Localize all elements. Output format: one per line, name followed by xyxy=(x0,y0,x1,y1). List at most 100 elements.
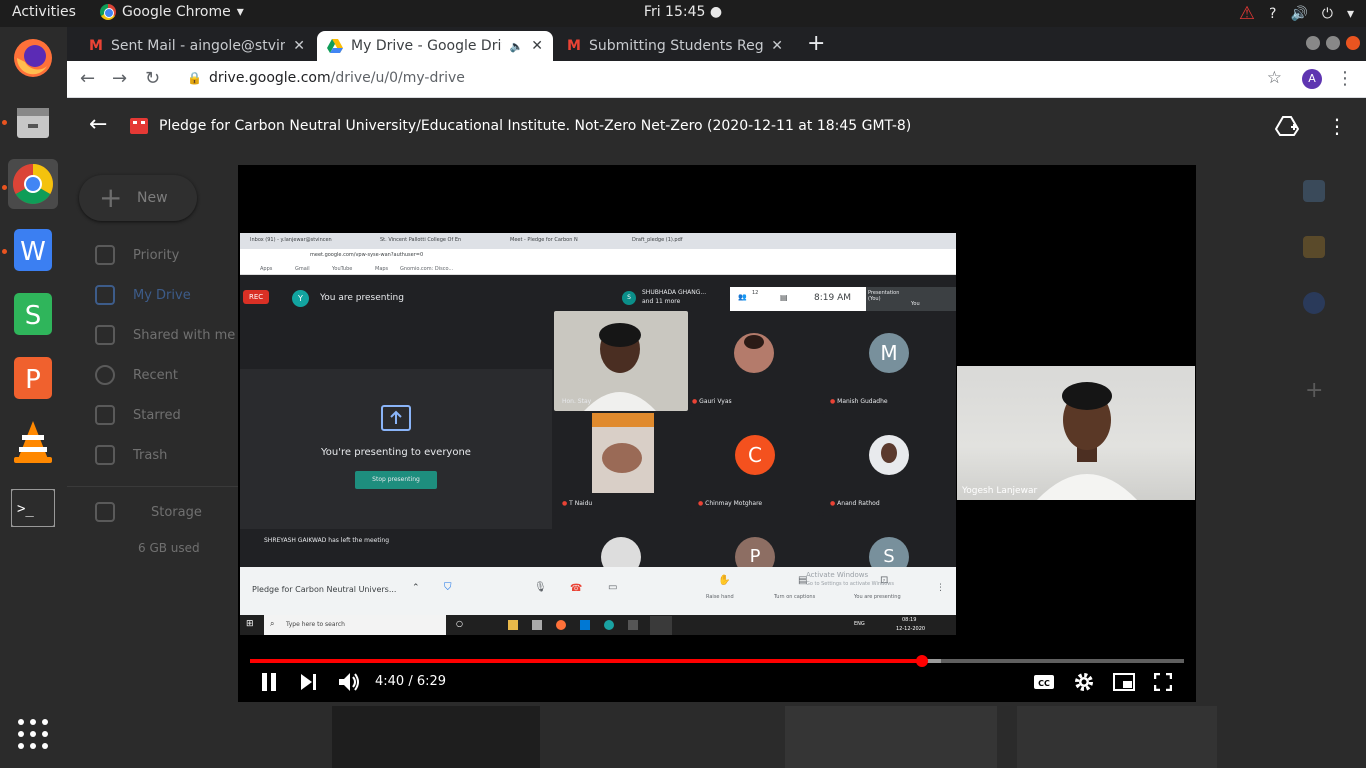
meet-bookmarks: Apps Gmail YouTube Maps Gnomio.com: Disc… xyxy=(240,263,956,275)
help-icon[interactable]: ? xyxy=(1269,6,1276,22)
file-thumbnail[interactable] xyxy=(332,706,540,768)
warning-icon[interactable]: ⚠ xyxy=(1239,3,1255,24)
tasks-icon[interactable] xyxy=(1303,292,1325,314)
camera-icon: ▭ xyxy=(608,582,618,593)
app-menu[interactable]: Google Chrome ▾ xyxy=(100,4,244,20)
nav-trash[interactable]: Trash xyxy=(95,445,167,465)
reload-icon[interactable]: ↻ xyxy=(145,68,160,89)
miniplayer-icon[interactable] xyxy=(1113,673,1135,691)
notification-dot-icon: ● xyxy=(709,4,723,20)
captions-icon[interactable]: CC xyxy=(1033,674,1055,690)
next-icon[interactable] xyxy=(301,674,317,690)
keep-icon[interactable] xyxy=(1303,236,1325,258)
svg-text:W: W xyxy=(20,237,46,267)
volume-icon[interactable]: 🔊 xyxy=(1290,6,1307,22)
profile-avatar[interactable]: A xyxy=(1302,69,1322,89)
activities-button[interactable]: Activities xyxy=(12,4,76,20)
wps-writer-icon[interactable]: W xyxy=(8,225,58,275)
close-icon[interactable]: ✕ xyxy=(771,38,783,54)
meet-tab: Draft_pledge (1).pdf xyxy=(632,237,683,243)
forward-icon[interactable]: → xyxy=(112,68,127,89)
participant-tile: C ● Chinmay Motghare xyxy=(690,413,820,513)
show-applications-icon[interactable] xyxy=(8,709,58,759)
people-icon: 👥 xyxy=(738,293,747,301)
nav-starred[interactable]: Starred xyxy=(95,405,181,425)
window-controls xyxy=(1306,36,1360,50)
file-thumbnail[interactable] xyxy=(1017,706,1217,768)
presenter-video xyxy=(1037,382,1137,500)
participant-tile: ● Gauri Vyas xyxy=(690,311,820,411)
scrubber-handle[interactable] xyxy=(916,655,929,667)
new-tab-button[interactable]: + xyxy=(807,31,825,56)
chevron-down-icon[interactable]: ▾ xyxy=(1347,6,1354,22)
storage-icon xyxy=(95,502,115,522)
audio-playing-icon[interactable]: 🔈 xyxy=(510,40,524,53)
chrome-dock-icon[interactable] xyxy=(8,159,58,209)
tab-submitting-students[interactable]: M Submitting Students Registration ✕ xyxy=(557,31,793,61)
mic-off-icon: ● xyxy=(830,500,836,507)
calendar-icon[interactable] xyxy=(1303,180,1325,202)
participant-avatar xyxy=(601,537,641,567)
meet-controls: Pledge for Carbon Neutral Univers... ⌃ ⛉… xyxy=(240,567,956,615)
storage-used: 6 GB used xyxy=(138,541,200,555)
wps-spreadsheets-icon[interactable]: S xyxy=(8,289,58,339)
star-icon xyxy=(95,405,115,425)
close-window-icon[interactable] xyxy=(1346,36,1360,50)
add-to-drive-icon[interactable] xyxy=(1275,115,1299,137)
participant-tile xyxy=(554,515,688,567)
time-display: 4:40 / 6:29 xyxy=(375,674,447,689)
tab-strip: M Sent Mail - aingole@stvincentngp.edu.i… xyxy=(67,27,1366,61)
file-thumbnail[interactable] xyxy=(785,706,997,768)
volume-icon[interactable] xyxy=(338,671,360,693)
settings-icon[interactable] xyxy=(1074,672,1094,692)
new-button[interactable]: + New xyxy=(79,175,197,221)
dock: W S P >_ xyxy=(0,27,67,768)
chevron-down-icon: ▾ xyxy=(236,4,244,20)
nav-recent[interactable]: Recent xyxy=(95,365,178,385)
taskbar-app-icon xyxy=(580,620,590,630)
files-icon[interactable] xyxy=(8,97,58,147)
firefox-icon[interactable] xyxy=(8,33,58,83)
muted-label: ● Gauri Vyas xyxy=(692,398,732,405)
back-icon[interactable]: ← xyxy=(80,68,95,89)
menu-icon[interactable]: ⋮ xyxy=(1336,68,1354,89)
system-tray[interactable]: ⚠ ? 🔊 ⏻ ▾ xyxy=(1239,3,1354,24)
maximize-icon[interactable] xyxy=(1326,36,1340,50)
pause-icon[interactable] xyxy=(261,673,277,691)
meet-info-bar: 👥 12 ▤ 8:19 AM Presentation (You) You xyxy=(730,287,956,311)
progress-bar[interactable] xyxy=(250,655,1184,667)
shield-icon: ⛉ xyxy=(444,582,452,593)
terminal-icon[interactable]: >_ xyxy=(8,483,58,533)
priority-icon xyxy=(95,245,115,265)
add-addon-icon[interactable]: + xyxy=(1305,378,1323,403)
taskbar-app-icon xyxy=(508,620,518,630)
participant-avatar: S xyxy=(622,291,636,305)
video-file-icon xyxy=(130,118,148,134)
meet-address-bar: meet.google.com/vpw-syse-wan?authuser=0 xyxy=(240,249,956,263)
bookmark-star-icon[interactable]: ☆ xyxy=(1267,68,1282,88)
power-icon[interactable]: ⏻ xyxy=(1322,6,1333,22)
lock-icon: 🔒 xyxy=(187,71,202,85)
address-bar[interactable]: drive.google.com/drive/u/0/my-drive xyxy=(209,70,465,86)
vlc-icon[interactable] xyxy=(8,417,58,467)
nav-priority[interactable]: Priority xyxy=(95,245,179,265)
app-menu-label: Google Chrome xyxy=(122,4,231,20)
nav-my-drive[interactable]: My Drive xyxy=(95,285,191,305)
shared-icon xyxy=(95,325,115,345)
browser-toolbar: ← → ↻ 🔒 drive.google.com/drive/u/0/my-dr… xyxy=(67,61,1366,98)
video-player[interactable]: Inbox (91) - y.lanjewar@stvincen St. Vin… xyxy=(238,165,1196,702)
nav-shared[interactable]: Shared with me xyxy=(95,325,235,345)
nav-storage[interactable]: Storage xyxy=(95,502,202,522)
participant-tile: Hon. Stay xyxy=(554,311,688,411)
close-icon[interactable]: ✕ xyxy=(293,38,305,54)
minimize-icon[interactable] xyxy=(1306,36,1320,50)
more-options-icon[interactable]: ⋮ xyxy=(1327,114,1347,138)
more-icon: ⋮ xyxy=(936,583,945,593)
back-arrow-icon[interactable]: ← xyxy=(89,112,107,137)
close-icon[interactable]: ✕ xyxy=(531,38,543,54)
tab-sent-mail[interactable]: M Sent Mail - aingole@stvincentngp.edu.i… xyxy=(79,31,315,61)
running-indicator xyxy=(2,249,7,254)
fullscreen-icon[interactable] xyxy=(1154,673,1172,691)
wps-presentation-icon[interactable]: P xyxy=(8,353,58,403)
tab-my-drive[interactable]: My Drive - Google Drive 🔈 ✕ xyxy=(317,31,553,61)
